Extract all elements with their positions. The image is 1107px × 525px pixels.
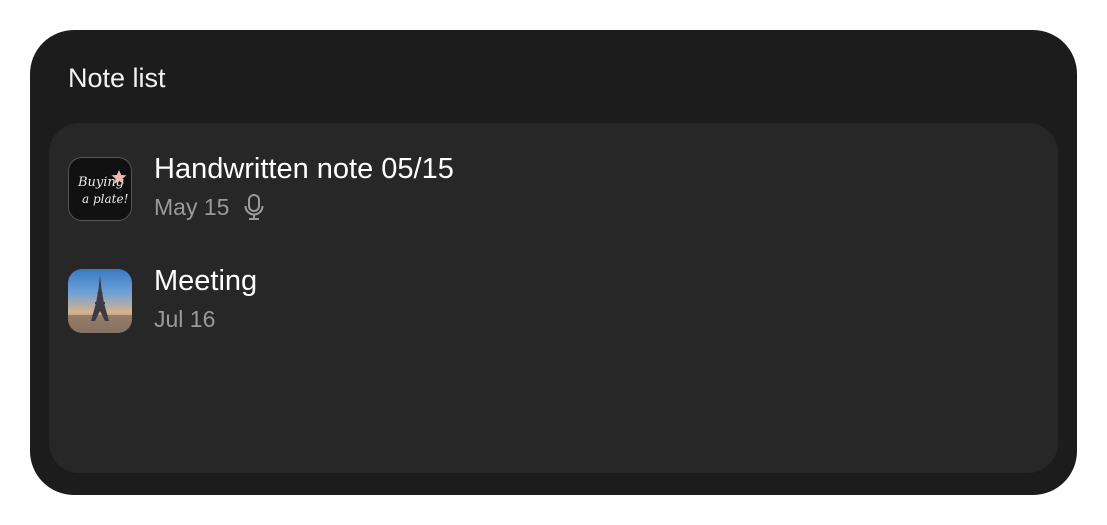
eiffel-tower-photo-thumbnail <box>68 269 132 333</box>
handwritten-note-thumbnail: Buying a plate! <box>68 157 132 221</box>
eiffel-tower-icon <box>91 275 109 321</box>
list-item-meeting-note[interactable]: Meeting Jul 16 <box>49 263 1058 353</box>
note-list-panel: Buying a plate! Handwritten note 05/15 M… <box>49 123 1058 473</box>
list-item-handwritten-note[interactable]: Buying a plate! Handwritten note 05/15 M… <box>49 151 1058 241</box>
note-title: Meeting <box>154 265 258 297</box>
microphone-icon <box>243 193 265 221</box>
note-meta: Jul 16 <box>154 305 215 333</box>
note-meta: May 15 <box>154 193 265 221</box>
widget-title: Note list <box>68 63 166 93</box>
note-date: Jul 16 <box>154 306 216 332</box>
note-title: Handwritten note 05/15 <box>154 153 454 185</box>
note-list-widget: Note list Buying a plate! Handwritten no… <box>30 30 1077 495</box>
note-date: May 15 <box>154 194 230 220</box>
thumbnail-text-line-2: a plate! <box>82 192 129 206</box>
